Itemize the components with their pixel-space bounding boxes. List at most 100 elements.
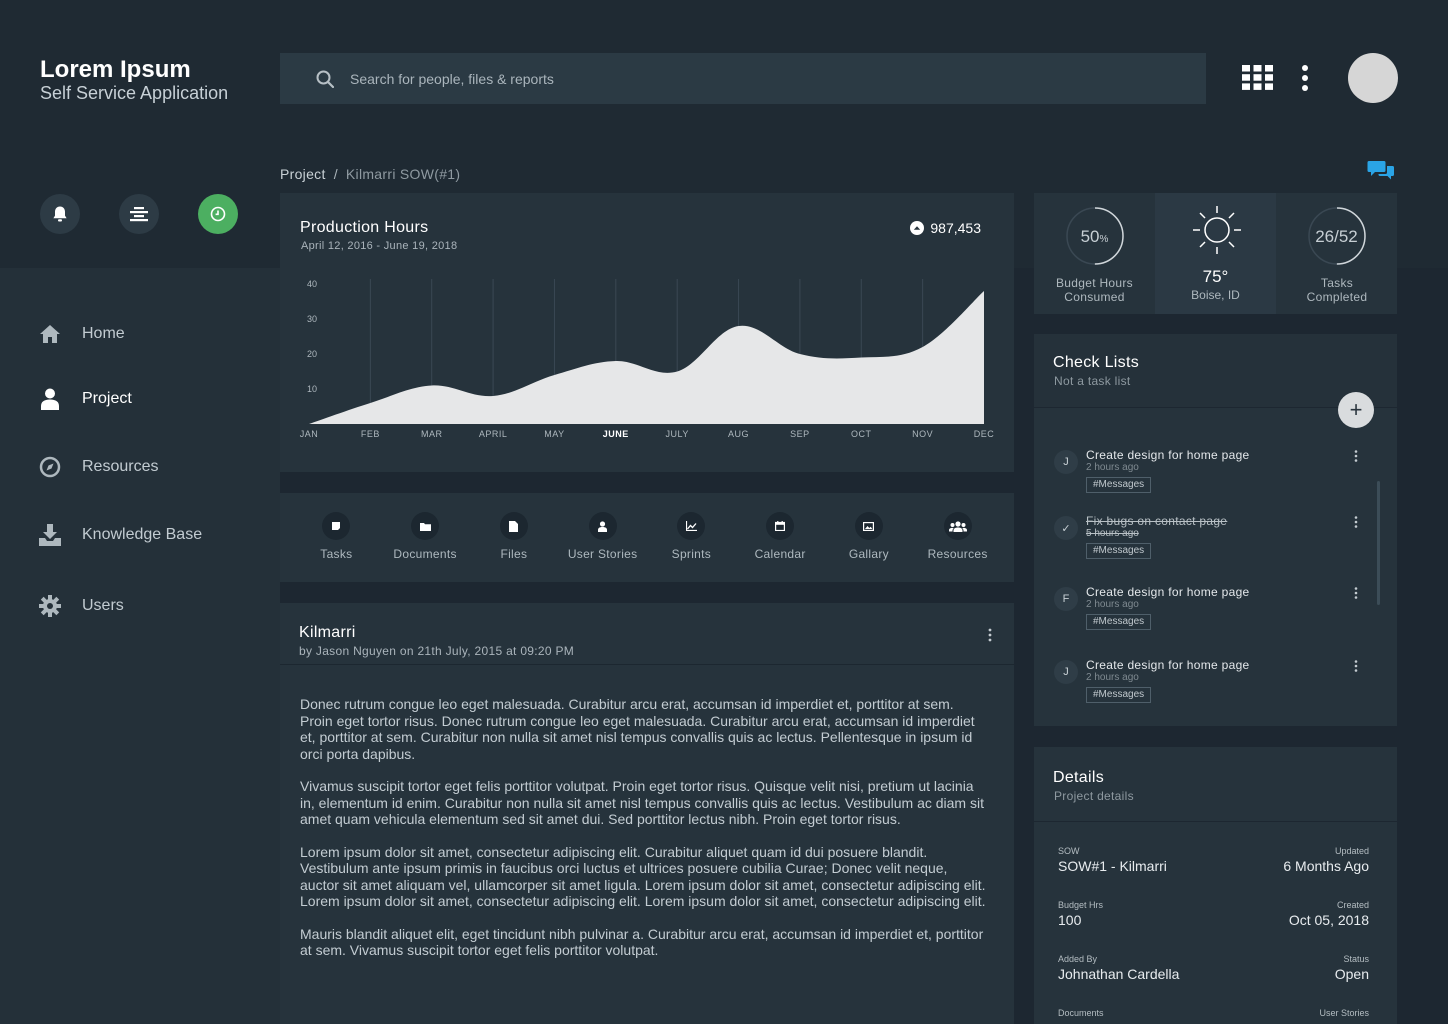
- task-tag[interactable]: #Messages: [1086, 687, 1152, 703]
- bell-icon: [53, 206, 67, 222]
- align-center-icon: [130, 207, 148, 222]
- x-tick-label: MAY: [544, 429, 564, 439]
- checklists-subtitle: Not a task list: [1054, 374, 1131, 388]
- sidebar-item-users[interactable]: Users: [38, 591, 124, 621]
- x-tick-label: JAN: [300, 429, 319, 439]
- project-tools-bar: Tasks Documents Files User Stories Sprin…: [280, 493, 1014, 582]
- detail-value: 6 Months Ago: [1283, 858, 1369, 874]
- budget-label: Budget Hours Consumed: [1056, 276, 1133, 304]
- more-vertical-icon[interactable]: [1354, 587, 1358, 599]
- detail-value: Johnathan Cardella: [1058, 966, 1180, 982]
- sidebar-item-resources[interactable]: Resources: [38, 452, 158, 482]
- task-check: ✓: [1054, 516, 1078, 540]
- search-bar[interactable]: Search for people, files & reports: [280, 53, 1206, 104]
- person-icon: [598, 520, 608, 532]
- task-tag[interactable]: #Messages: [1086, 477, 1152, 493]
- sidebar-item-home[interactable]: Home: [38, 319, 125, 349]
- tool-label: Sprints: [671, 547, 712, 561]
- calendar-icon: [775, 521, 786, 531]
- x-tick-label: JULY: [666, 429, 689, 439]
- sidebar-item-label: Resources: [82, 458, 159, 475]
- tool-label: Gallary: [848, 547, 889, 561]
- tasks-completed-stat: 26/52 Tasks Completed: [1276, 193, 1397, 314]
- sidebar-item-label: Home: [82, 325, 125, 342]
- tool-documents[interactable]: Documents: [382, 512, 468, 582]
- task-avatar: J: [1054, 450, 1078, 474]
- tool-gallery[interactable]: Gallary: [826, 512, 912, 582]
- details-card: Details Project details SOW SOW#1 - Kilm…: [1034, 747, 1397, 1024]
- more-vertical-icon[interactable]: [1354, 450, 1358, 462]
- article-paragraph: Mauris blandit aliquet elit, eget tincid…: [300, 925, 984, 959]
- chat-icon[interactable]: [1367, 159, 1395, 181]
- article-paragraph: Vivamus suscipit tortor eget felis portt…: [300, 778, 984, 827]
- tool-files[interactable]: Files: [471, 512, 557, 582]
- tool-user-stories[interactable]: User Stories: [560, 512, 646, 582]
- tool-resources[interactable]: Resources: [915, 512, 1001, 582]
- clock-button[interactable]: [198, 194, 238, 234]
- article-title: Kilmarri: [299, 624, 356, 641]
- task-avatar: J: [1054, 660, 1078, 684]
- detail-value: 100: [1058, 912, 1082, 928]
- checklist-item[interactable]: J Create design for home page 2 hours ag…: [1054, 448, 1370, 504]
- sun-icon: [1193, 206, 1241, 254]
- article-paragraph: Lorem ipsum dolor sit amet, consectetur …: [300, 843, 986, 910]
- tool-label: Tasks: [320, 547, 353, 561]
- tool-label: Calendar: [754, 547, 806, 561]
- article-card: Kilmarri by Jason Nguyen on 21th July, 2…: [280, 603, 1014, 1024]
- more-vertical-icon[interactable]: [1354, 516, 1358, 528]
- x-tick-label: SEP: [790, 429, 810, 439]
- detail-key: Added By: [1058, 954, 1098, 964]
- tool-label: User Stories: [567, 547, 638, 561]
- search-icon: [316, 70, 334, 88]
- x-tick-label: APRIL: [479, 429, 508, 439]
- weather-temperature: 75°: [1202, 267, 1229, 286]
- y-tick-label: 20: [307, 349, 317, 359]
- user-icon: [41, 388, 59, 410]
- task-time: 2 hours ago: [1086, 672, 1139, 683]
- align-button[interactable]: [119, 194, 159, 234]
- checklists-card: Check Lists Not a task list + J Create d…: [1034, 334, 1397, 726]
- notifications-button[interactable]: [40, 194, 80, 234]
- tool-sprints[interactable]: Sprints: [648, 512, 734, 582]
- task-icon: [332, 522, 341, 530]
- task-tag[interactable]: #Messages: [1086, 543, 1152, 559]
- app-title: Lorem Ipsum: [40, 56, 191, 83]
- x-tick-label: FEB: [361, 429, 380, 439]
- detail-value: Open: [1334, 966, 1369, 982]
- checklist-item[interactable]: J Create design for home page 2 hours ag…: [1054, 658, 1370, 714]
- sidebar-item-knowledge-base[interactable]: Knowledge Base: [38, 520, 202, 550]
- more-vertical-icon[interactable]: [1354, 660, 1358, 672]
- search-input[interactable]: Search for people, files & reports: [350, 71, 554, 87]
- task-tag[interactable]: #Messages: [1086, 614, 1152, 630]
- arrow-up-circle-icon: [910, 221, 925, 235]
- more-vertical-icon[interactable]: [1299, 65, 1311, 91]
- add-checklist-button[interactable]: +: [1338, 392, 1374, 428]
- tool-calendar[interactable]: Calendar: [737, 512, 823, 582]
- checklist-item[interactable]: F Create design for home page 2 hours ag…: [1054, 585, 1370, 641]
- detail-key: Documents: [1058, 1008, 1104, 1018]
- checklist-item[interactable]: ✓ Fix bugs on contact page 5 hours ago #…: [1054, 514, 1370, 570]
- group-icon: [948, 520, 967, 532]
- folder-icon: [419, 522, 431, 531]
- article-body: Donec rutrum congue leo eget malesuada. …: [300, 696, 990, 975]
- production-total: 987,453: [910, 220, 981, 236]
- download-icon: [39, 524, 61, 546]
- details-row: Budget Hrs 100 Created Oct 05, 2018: [1058, 900, 1369, 940]
- home-icon: [40, 325, 60, 343]
- x-tick-label: JUNE: [603, 429, 629, 439]
- tool-tasks[interactable]: Tasks: [293, 512, 379, 582]
- apps-grid-icon[interactable]: [1242, 65, 1273, 90]
- more-vertical-icon[interactable]: [988, 628, 992, 642]
- checklist-scrollbar[interactable]: [1377, 481, 1380, 605]
- task-time: 2 hours ago: [1086, 462, 1139, 473]
- tool-label: Resources: [927, 547, 988, 561]
- sidebar-item-project[interactable]: Project: [38, 384, 132, 414]
- y-tick-label: 30: [307, 314, 317, 324]
- details-header: Details Project details: [1034, 747, 1397, 822]
- detail-value: SOW#1 - Kilmarri: [1058, 858, 1167, 874]
- avatar[interactable]: [1348, 53, 1398, 103]
- breadcrumb-root[interactable]: Project: [280, 166, 326, 182]
- breadcrumb: Project / Kilmarri SOW(#1): [280, 166, 460, 182]
- breadcrumb-current: Kilmarri SOW(#1): [345, 166, 461, 182]
- tasks-label: Tasks Completed: [1306, 276, 1368, 304]
